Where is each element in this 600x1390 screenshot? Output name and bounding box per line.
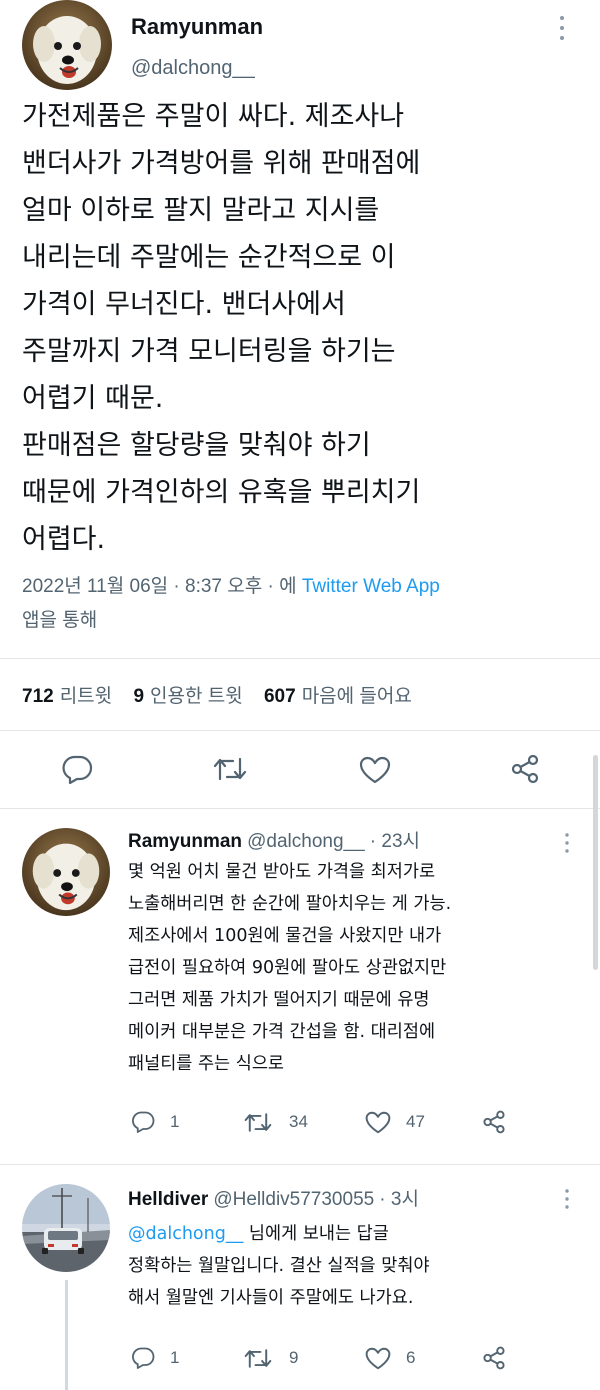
author-handle[interactable]: @dalchong__ bbox=[131, 57, 255, 80]
reply-text-line: 메이커 대부분은 가격 간섭을 함. 대리점에 bbox=[128, 1022, 436, 1042]
reply-header: Ramyunman @dalchong__ · 23시 bbox=[128, 826, 420, 853]
reply-count: 1 bbox=[170, 1112, 180, 1131]
client-suffix: 앱을 통해 bbox=[22, 610, 98, 631]
like-count: 6 bbox=[406, 1348, 416, 1367]
heart-icon[interactable] bbox=[359, 756, 391, 784]
replying-to: @dalchong__ 님에게 보내는 답글 bbox=[128, 1218, 389, 1250]
retweets-stat[interactable]: 712 리트윗 bbox=[22, 686, 112, 707]
quotes-count: 9 bbox=[133, 686, 145, 707]
likes-label: 마음에 들어요 bbox=[301, 686, 412, 707]
tweet-text-line: 밴더사가 가격방어를 위해 판매점에 bbox=[22, 148, 421, 179]
retweet-count: 34 bbox=[289, 1112, 308, 1131]
tweet-text-line: 어렵기 때문. bbox=[22, 383, 164, 414]
author-handle[interactable]: @Helldiv57730055 bbox=[213, 1189, 374, 1210]
tweet-text-line: 가격이 무너진다. 밴더사에서 bbox=[22, 289, 346, 320]
more-icon[interactable] bbox=[556, 14, 568, 42]
quotes-label: 인용한 트윗 bbox=[150, 686, 243, 707]
divider bbox=[0, 730, 600, 731]
reply-text-line: 정확하는 월말입니다. 결산 실적을 맞춰야 bbox=[128, 1256, 430, 1276]
tweet-stats: 712 리트윗 9 인용한 트윗 607 마음에 들어요 bbox=[22, 681, 428, 708]
like-count: 47 bbox=[406, 1112, 425, 1131]
reply-text: 정확하는 월말입니다. 결산 실적을 맞춰야 해서 월말엔 기사들이 주말에도 … bbox=[128, 1250, 588, 1314]
likes-count: 607 bbox=[263, 686, 296, 707]
heart-icon[interactable] bbox=[365, 1347, 391, 1370]
tweet-text: 가전제품은 주말이 싸다. 제조사나 밴더사가 가격방어를 위해 판매점에 얼마… bbox=[22, 93, 592, 563]
reply-time[interactable]: · 23시 bbox=[370, 831, 420, 852]
heart-icon[interactable] bbox=[365, 1111, 391, 1134]
reply-icon[interactable] bbox=[61, 754, 93, 784]
tweet-text-line: 어렵다. bbox=[22, 524, 106, 555]
reply-text: 몇 억원 어치 물건 받아도 가격을 최저가로 노출해버리면 한 순간에 팔아치… bbox=[128, 856, 588, 1080]
tweet-text-line: 내리는데 주말에는 순간적으로 이 bbox=[22, 242, 396, 273]
client-link[interactable]: Twitter Web App bbox=[302, 576, 440, 597]
quotes-stat[interactable]: 9 인용한 트윗 bbox=[133, 686, 242, 707]
avatar[interactable] bbox=[22, 1184, 110, 1272]
tweet-text-line: 때문에 가격인하의 유혹을 뿌리치기 bbox=[22, 477, 421, 508]
retweet-icon[interactable] bbox=[244, 1347, 272, 1370]
reply-text-line: 그러면 제품 가치가 떨어지기 때문에 유명 bbox=[128, 990, 430, 1010]
reply-header: Helldiver @Helldiv57730055 · 3시 bbox=[128, 1184, 419, 1211]
timestamp[interactable]: 2022년 11월 06일 · 8:37 오후 · 에 bbox=[22, 576, 302, 597]
retweet-icon[interactable] bbox=[213, 755, 247, 783]
author-handle[interactable]: @dalchong__ bbox=[247, 831, 365, 852]
reply-icon[interactable] bbox=[131, 1110, 155, 1133]
replying-to-label: 님에게 보내는 답글 bbox=[243, 1224, 389, 1244]
reply-count: 1 bbox=[170, 1348, 180, 1367]
divider bbox=[0, 658, 600, 659]
reply-icon[interactable] bbox=[131, 1346, 155, 1369]
reply-text-line: 해서 월말엔 기사들이 주말에도 나가요. bbox=[128, 1288, 414, 1308]
tweet-meta: 2022년 11월 06일 · 8:37 오후 · 에 Twitter Web … bbox=[22, 570, 582, 638]
reply-text-line: 패널티를 주는 식으로 bbox=[128, 1054, 285, 1074]
thread-line bbox=[65, 1280, 68, 1390]
tweet-text-line: 가전제품은 주말이 싸다. 제조사나 bbox=[22, 101, 405, 132]
more-icon[interactable] bbox=[563, 1188, 571, 1210]
reply-text-line: 몇 억원 어치 물건 받아도 가격을 최저가로 bbox=[128, 862, 436, 882]
retweets-count: 712 bbox=[22, 686, 54, 707]
share-icon[interactable] bbox=[482, 1110, 506, 1134]
share-icon[interactable] bbox=[510, 754, 540, 784]
author-name[interactable]: Ramyunman bbox=[128, 831, 242, 852]
scrollbar[interactable] bbox=[593, 755, 598, 970]
avatar[interactable] bbox=[22, 0, 112, 90]
tweet-text-line: 얼마 이하로 팔지 말라고 지시를 bbox=[22, 195, 380, 226]
reply-text-line: 제조사에서 100원에 물건을 사왔지만 내가 bbox=[128, 926, 442, 946]
replying-to-handle[interactable]: @dalchong__ bbox=[128, 1224, 243, 1244]
author-name[interactable]: Ramyunman bbox=[131, 14, 263, 40]
retweet-count: 9 bbox=[289, 1348, 299, 1367]
tweet-text-line: 판매점은 할당량을 맞춰야 하기 bbox=[22, 430, 371, 461]
more-icon[interactable] bbox=[563, 832, 571, 854]
reply-text-line: 급전이 필요하여 90원에 팔아도 상관없지만 bbox=[128, 958, 447, 978]
retweets-label: 리트윗 bbox=[59, 686, 113, 707]
share-icon[interactable] bbox=[482, 1346, 506, 1370]
author-name[interactable]: Helldiver bbox=[128, 1189, 208, 1210]
divider bbox=[0, 1164, 600, 1165]
tweet-text-line: 주말까지 가격 모니터링을 하기는 bbox=[22, 336, 396, 367]
likes-stat[interactable]: 607 마음에 들어요 bbox=[264, 686, 412, 707]
reply-text-line: 노출해버리면 한 순간에 팔아치우는 게 가능. bbox=[128, 894, 452, 914]
retweet-icon[interactable] bbox=[244, 1111, 272, 1134]
reply-time[interactable]: · 3시 bbox=[379, 1189, 419, 1210]
avatar[interactable] bbox=[22, 828, 110, 916]
divider bbox=[0, 808, 600, 809]
